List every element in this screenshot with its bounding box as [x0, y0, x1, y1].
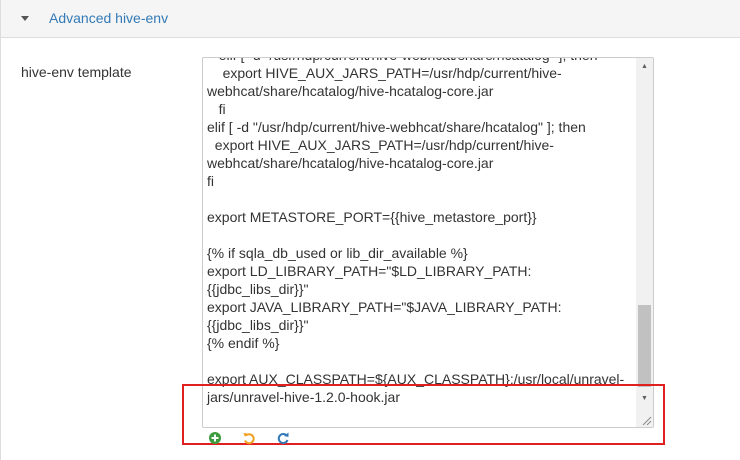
undo-icon[interactable] [242, 431, 256, 445]
scroll-thumb[interactable] [638, 305, 651, 387]
refresh-icon[interactable] [276, 431, 290, 445]
panel-header[interactable]: Advanced hive-env [1, 0, 740, 38]
panel-title[interactable]: Advanced hive-env [49, 10, 168, 26]
caret-down-icon[interactable] [21, 16, 29, 21]
vertical-scrollbar[interactable]: ▲ ▼ [636, 58, 653, 427]
hive-env-template-textarea[interactable]: elif [ -d "/usr/hdp/current/hive-webhcat… [202, 57, 654, 428]
plus-circle-icon[interactable] [208, 431, 222, 445]
scroll-up-arrow-icon[interactable]: ▲ [636, 58, 653, 75]
field-label: hive-env template [21, 64, 132, 80]
template-text[interactable]: elif [ -d "/usr/hdp/current/hive-webhcat… [207, 58, 635, 406]
advanced-hive-env-panel: Advanced hive-env hive-env template elif… [0, 0, 740, 460]
